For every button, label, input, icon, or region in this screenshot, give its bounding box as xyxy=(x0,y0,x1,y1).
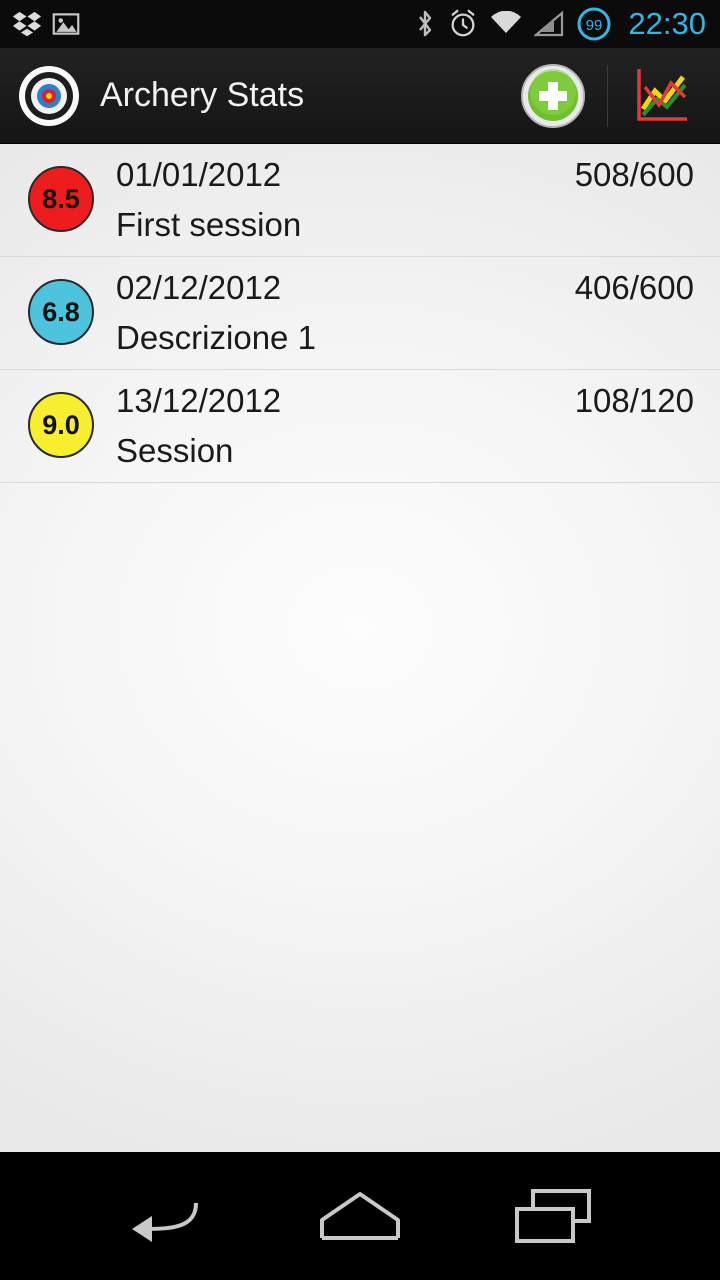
gallery-icon xyxy=(52,10,80,38)
list-item-body: 13/12/2012 108/120 Session xyxy=(116,382,694,470)
list-item-body: 02/12/2012 406/600 Descrizione 1 xyxy=(116,269,694,357)
bluetooth-icon xyxy=(414,8,436,40)
action-bar: Archery Stats xyxy=(0,48,720,144)
session-score: 108/120 xyxy=(574,382,694,419)
action-bar-actions xyxy=(505,48,710,144)
session-date: 13/12/2012 xyxy=(116,382,282,419)
list-item[interactable]: 8.5 01/01/2012 508/600 First session xyxy=(0,144,720,257)
alarm-icon xyxy=(448,9,478,39)
status-bar: 99 22:30 xyxy=(0,0,720,48)
statistics-button[interactable] xyxy=(614,48,710,144)
content-area: 8.5 01/01/2012 508/600 First session 6.8… xyxy=(0,144,720,1152)
session-score: 508/600 xyxy=(574,156,694,193)
status-bar-notifications xyxy=(12,9,80,39)
status-bar-system-icons: 99 22:30 xyxy=(414,6,710,42)
average-badge: 6.8 xyxy=(28,279,94,345)
chart-icon xyxy=(631,65,693,127)
session-description: First session xyxy=(116,206,302,243)
back-arrow-icon xyxy=(130,1189,204,1243)
action-bar-divider xyxy=(607,64,608,127)
target-icon xyxy=(18,65,80,127)
session-list: 8.5 01/01/2012 508/600 First session 6.8… xyxy=(0,144,720,483)
session-score: 406/600 xyxy=(574,269,694,306)
session-description: Session xyxy=(116,432,234,469)
session-date: 02/12/2012 xyxy=(116,269,282,306)
add-session-button[interactable] xyxy=(505,48,601,144)
app-title: Archery Stats xyxy=(100,76,305,114)
home-icon xyxy=(318,1190,402,1242)
list-item-body: 01/01/2012 508/600 First session xyxy=(116,156,694,244)
navigation-bar xyxy=(0,1152,720,1280)
session-date: 01/01/2012 xyxy=(116,156,282,193)
svg-text:99: 99 xyxy=(586,17,603,34)
nav-back-button[interactable] xyxy=(107,1156,227,1276)
average-badge: 8.5 xyxy=(28,166,94,232)
list-item-header: 13/12/2012 108/120 xyxy=(116,382,694,420)
phone-screen: 99 22:30 Archery Stats 8.5 01/01/2012 50… xyxy=(0,0,720,1280)
list-item-header: 02/12/2012 406/600 xyxy=(116,269,694,307)
signal-icon xyxy=(533,10,564,37)
recents-icon xyxy=(513,1187,593,1245)
dropbox-icon xyxy=(12,9,42,39)
nav-recents-button[interactable] xyxy=(493,1156,613,1276)
wifi-icon xyxy=(490,10,522,37)
average-badge: 9.0 xyxy=(28,392,94,458)
nav-home-button[interactable] xyxy=(300,1156,420,1276)
status-bar-clock: 22:30 xyxy=(628,6,706,41)
list-item[interactable]: 9.0 13/12/2012 108/120 Session xyxy=(0,370,720,483)
battery-icon: 99 xyxy=(576,6,612,42)
session-description: Descrizione 1 xyxy=(116,319,316,356)
list-item[interactable]: 6.8 02/12/2012 406/600 Descrizione 1 xyxy=(0,257,720,370)
plus-icon xyxy=(519,62,587,130)
list-item-header: 01/01/2012 508/600 xyxy=(116,156,694,194)
